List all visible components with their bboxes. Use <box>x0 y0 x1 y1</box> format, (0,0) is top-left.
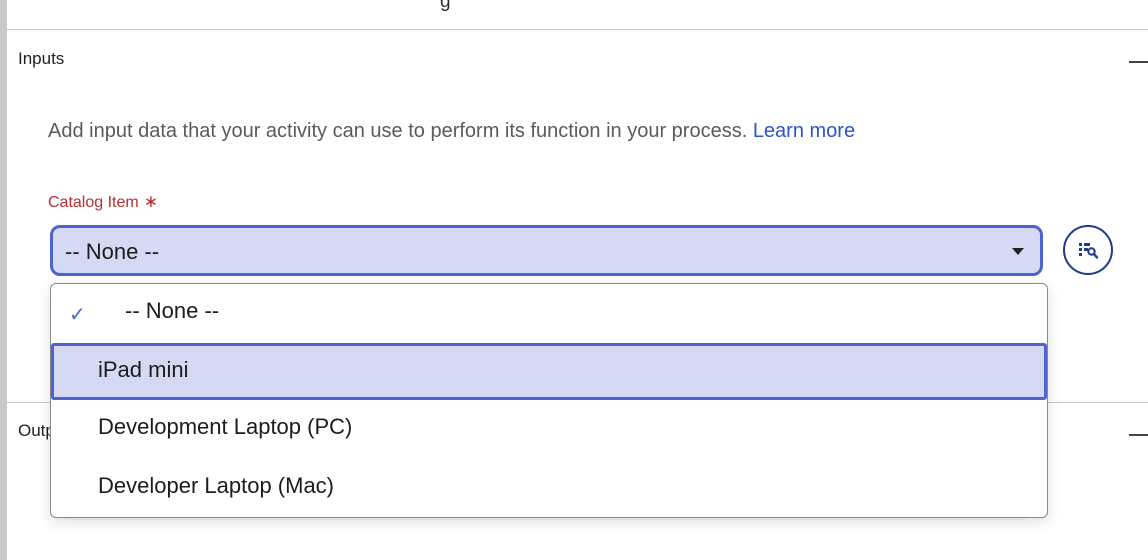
catalog-item-label-text: Catalog Item <box>48 194 139 211</box>
data-pill-picker-icon <box>1079 243 1099 259</box>
section-divider <box>7 29 1148 30</box>
truncated-heading: g <box>440 0 451 12</box>
option-label: iPad mini <box>98 357 189 382</box>
catalog-item-select[interactable]: -- None -- <box>50 225 1043 276</box>
option-label: Development Laptop (PC) <box>98 414 353 439</box>
catalog-item-dropdown[interactable]: ✓ -- None -- iPad mini Development Lapto… <box>50 283 1048 518</box>
learn-more-link[interactable]: Learn more <box>753 120 855 142</box>
inputs-description: Add input data that your activity can us… <box>48 120 855 143</box>
collapse-outputs-icon[interactable] <box>1129 434 1148 436</box>
option-label: Developer Laptop (Mac) <box>98 473 335 498</box>
required-icon: ∗ <box>143 192 158 211</box>
inputs-section-title[interactable]: Inputs <box>18 49 64 69</box>
selected-value: -- None -- <box>65 239 160 264</box>
option-label: -- None -- <box>125 298 220 323</box>
description-text: Add input data that your activity can us… <box>48 120 748 142</box>
collapse-inputs-icon[interactable] <box>1129 61 1148 63</box>
dropdown-option-highlighted[interactable]: iPad mini <box>51 343 1047 400</box>
left-border <box>0 0 7 560</box>
dropdown-option[interactable]: Development Laptop (PC) <box>51 400 1047 458</box>
dropdown-option[interactable]: Developer Laptop (Mac) <box>51 459 1047 517</box>
chevron-down-icon <box>1012 248 1024 255</box>
checkmark-icon: ✓ <box>69 304 86 326</box>
dropdown-option[interactable]: ✓ -- None -- <box>51 284 1047 342</box>
catalog-item-label: Catalog Item ∗ <box>48 192 158 212</box>
data-pill-picker-button[interactable] <box>1063 225 1113 275</box>
